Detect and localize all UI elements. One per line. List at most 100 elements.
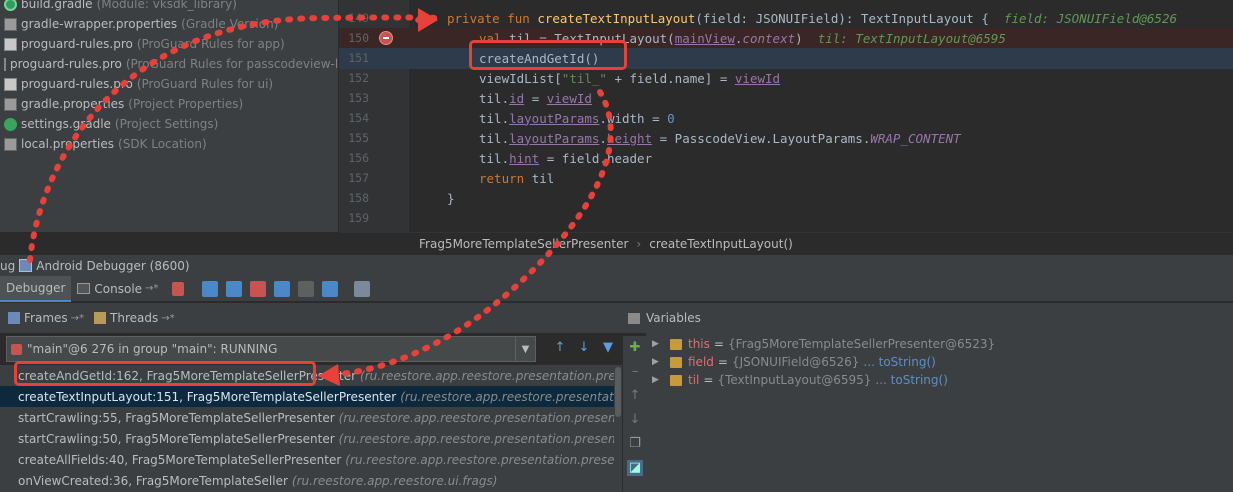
step-out-icon[interactable] (274, 280, 291, 297)
code-token: ) (795, 30, 803, 46)
variables-header: Variables (622, 303, 1233, 333)
tree-item[interactable]: proguard-rules.pro (ProGuard Rules for ap… (4, 34, 338, 54)
step-over-icon[interactable] (202, 280, 219, 297)
line-number: 152 (348, 71, 369, 86)
code-token: til. (479, 150, 510, 166)
code-token: private fun (447, 10, 538, 26)
tree-item[interactable]: build.gradle (Module: vksdk_library) (4, 0, 338, 14)
force-step-into-icon[interactable] (250, 280, 267, 297)
code-line[interactable]: 154 til.layoutParams.width = 0 (339, 108, 1233, 129)
debugger-toolbar: Debugger Console →* (0, 275, 1233, 302)
code-line[interactable]: 149 private fun createTextInputLayout(fi… (339, 8, 1233, 29)
copy-icon[interactable]: ❐ (627, 436, 643, 452)
tree-item[interactable]: proguard-rules.pro (ProGuard Rules for pa… (4, 54, 338, 74)
line-number: 153 (348, 91, 369, 106)
tree-item[interactable]: settings.gradle (Project Settings) (4, 114, 338, 134)
code-token: context (742, 30, 796, 46)
code-line[interactable]: 156 til.hint = field.header (339, 148, 1233, 169)
breadcrumb-method[interactable]: createTextInputLayout() (649, 237, 793, 251)
expand-arrow-icon[interactable]: ▶ (652, 357, 670, 367)
tree-item[interactable]: local.properties (SDK Location) (4, 134, 338, 154)
tostring-link[interactable]: ... toString() (875, 373, 947, 387)
tab-threads[interactable]: Threads (110, 311, 158, 325)
breakpoint-icon[interactable] (379, 31, 393, 45)
watches-toggle-icon[interactable]: ◪ (627, 460, 643, 476)
code-token: til. (479, 130, 510, 146)
code-line[interactable]: 157 return til (339, 168, 1233, 189)
code-token: til. (479, 90, 510, 106)
line-number: 150 (348, 31, 369, 46)
scrollbar-thumb[interactable] (615, 367, 621, 417)
frames-icon (8, 312, 20, 324)
code-token: . (599, 130, 607, 146)
tab-debugger[interactable]: Debugger (0, 275, 72, 302)
tree-item[interactable]: gradle-wrapper.properties (Gradle Version… (4, 14, 338, 34)
arrow-down-icon[interactable]: ↓ (576, 340, 592, 356)
tostring-link[interactable]: ... toString() (863, 355, 935, 369)
gradle-icon (4, 117, 17, 131)
tab-label: Debugger (6, 280, 66, 295)
code-token: return (479, 170, 532, 186)
code-token: mainView (674, 30, 735, 46)
tab-console[interactable]: Console →* (71, 276, 164, 302)
field-icon (670, 374, 682, 386)
new-watch-icon[interactable]: ✚ (627, 340, 643, 356)
code-token: "til_" (561, 70, 607, 86)
code-line[interactable]: 153 til.id = viewId (339, 88, 1233, 109)
tree-item[interactable]: gradle.properties (Project Properties) (4, 94, 338, 114)
line-number: 158 (348, 191, 369, 206)
remove-watch-icon[interactable]: – (627, 364, 643, 380)
field-icon (670, 338, 682, 350)
code-line[interactable]: 158 } (339, 188, 1233, 209)
chevron-down-icon[interactable]: ▼ (515, 337, 535, 361)
breadcrumb-class[interactable]: Frag5MoreTemplateSellerPresenter (419, 237, 628, 251)
run-to-cursor-icon[interactable] (322, 280, 339, 297)
drop-frame-icon[interactable] (298, 280, 315, 297)
arrow-up-icon[interactable]: ↑ (552, 340, 568, 356)
frame-row[interactable]: onViewCreated:36, Frag5MoreTemplateSelle… (0, 470, 622, 491)
line-number: 155 (348, 131, 369, 146)
move-down-icon[interactable]: ↓ (627, 412, 643, 428)
code-line[interactable]: 155 til.layoutParams.height = PasscodeVi… (339, 128, 1233, 149)
android-debugger-icon (19, 259, 33, 272)
debug-session-tab[interactable]: Android Debugger (8600) (36, 259, 189, 273)
code-token: height (606, 130, 653, 146)
tree-item[interactable]: proguard-rules.pro (ProGuard Rules for ui… (4, 74, 338, 94)
variables-tree[interactable]: ▶ this = {Frag5MoreTemplateSellerPresenter@… (646, 333, 1233, 492)
frames-scrollbar[interactable] (614, 365, 622, 492)
expand-arrow-icon[interactable]: ▶ (652, 339, 670, 349)
variable-row[interactable]: ▶ this = {Frag5MoreTemplateSellerPresenter@… (646, 335, 1233, 353)
tab-frames[interactable]: Frames (24, 311, 68, 325)
expand-arrow-icon[interactable]: ▶ (652, 375, 670, 385)
variable-row[interactable]: ▶ field = {JSONUIField@6526}... toString() (646, 353, 1233, 371)
move-up-icon[interactable]: ↑ (627, 388, 643, 404)
frame-row[interactable]: startCrawling:50, Frag5MoreTemplateSelle… (0, 428, 622, 449)
code-token: + field.name] = (606, 70, 735, 86)
properties-file-icon (4, 137, 17, 151)
step-into-icon[interactable] (226, 280, 243, 297)
show-execution-point-icon[interactable] (172, 281, 185, 296)
frame-row-selected[interactable]: createTextInputLayout:151, Frag5MoreTemp… (0, 386, 622, 407)
code-line[interactable]: 152 viewIdList["til_" + field.name] = vi… (339, 68, 1233, 89)
thread-selector[interactable]: "main"@6 276 in group "main": RUNNING ▼ (6, 336, 536, 362)
variable-row[interactable]: ▶ til = {TextInputLayout@6595}... toString(… (646, 371, 1233, 389)
file-icon (4, 77, 17, 91)
code-line[interactable]: 159 (339, 208, 1233, 229)
thread-icon (11, 343, 22, 355)
code-token: .width = (599, 110, 668, 126)
gradle-icon (4, 0, 17, 11)
filter-icon[interactable]: ▼ (600, 340, 616, 356)
code-token: viewIdList[ (479, 70, 562, 86)
line-number: 151 (348, 51, 369, 66)
code-editor[interactable]: 149 private fun createTextInputLayout(fi… (339, 0, 1233, 232)
evaluate-expression-icon[interactable] (354, 280, 371, 297)
field-icon (670, 356, 682, 368)
inline-debug-value: field: JSONUIField@6526 (1003, 10, 1178, 26)
threads-icon (94, 312, 107, 324)
code-token: } (447, 190, 455, 206)
frame-row[interactable]: createAllFields:40, Frag5MoreTemplateSel… (0, 449, 622, 470)
project-tree-panel: build.gradle (Module: vksdk_library) grad… (0, 0, 338, 232)
frame-row[interactable]: startCrawling:55, Frag5MoreTemplateSelle… (0, 407, 622, 428)
breadcrumb-separator: › (636, 236, 642, 251)
frames-header: Frames →* Threads →* (0, 303, 622, 333)
